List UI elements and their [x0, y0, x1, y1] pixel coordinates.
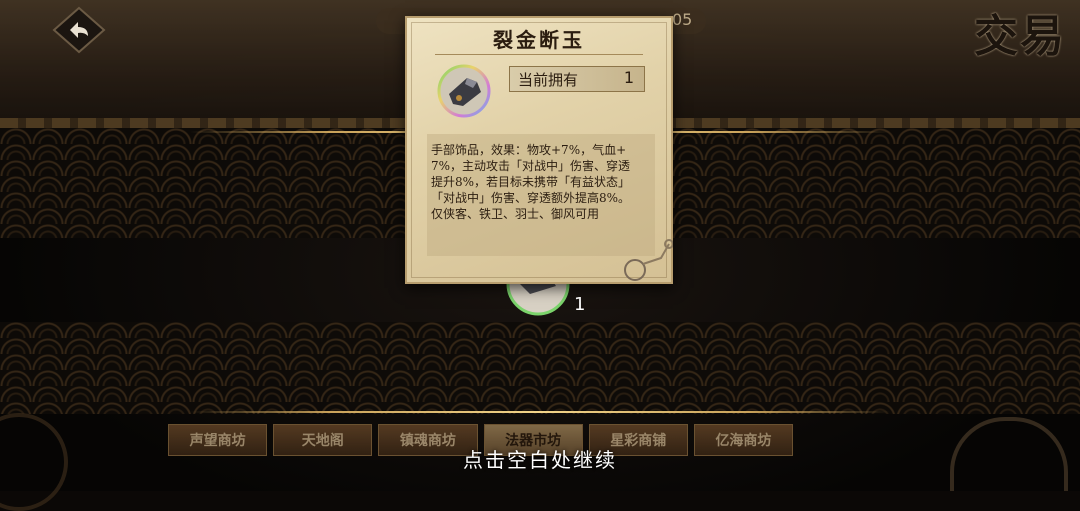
resource-value: 05	[672, 10, 693, 29]
wave-pattern-band	[0, 322, 1080, 414]
back-arrow-icon	[52, 6, 106, 54]
title-divider	[435, 54, 643, 55]
gauntlet-icon	[437, 64, 491, 118]
owned-label: 当前拥有	[518, 71, 579, 89]
page-title: 交易	[974, 11, 1066, 62]
item-description: 手部饰品，效果：物攻+7%，气血+7%，主动攻击「对战中」伤害、穿透提升8%，若…	[431, 143, 631, 221]
corner-ornament-icon	[624, 239, 673, 281]
owned-count: 1	[623, 68, 634, 87]
item-slot-count: 1	[574, 294, 586, 315]
tap-to-continue-prompt[interactable]: 点击空白处继续	[0, 444, 1080, 473]
back-button[interactable]	[52, 6, 106, 54]
item-name: 裂金断玉	[493, 28, 585, 52]
item-detail-card: 裂金断玉 当前拥有 1 手部饰品，效果：物攻+7%，气血+7%，主动攻击「对战中…	[405, 16, 673, 284]
divider-line	[190, 411, 890, 413]
owned-count-bar: 当前拥有 1	[509, 66, 645, 92]
